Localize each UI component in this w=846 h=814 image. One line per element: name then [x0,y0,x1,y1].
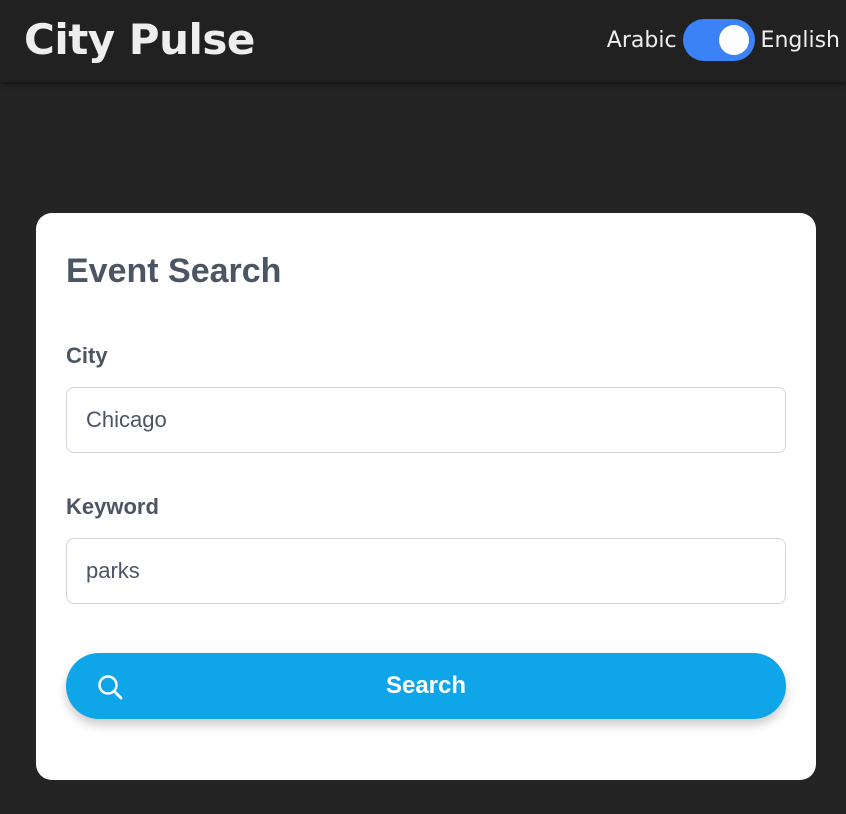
app-header: City Pulse Arabic English [0,0,846,82]
language-label-english[interactable]: English [761,28,840,53]
keyword-input[interactable] [66,538,786,604]
form-title: Event Search [66,252,282,290]
city-input[interactable] [66,387,786,453]
keyword-label: Keyword [66,494,159,519]
search-button[interactable]: Search [66,653,786,719]
city-label: City [66,343,108,368]
language-label-arabic[interactable]: Arabic [607,28,677,53]
app-title: City Pulse [24,15,255,64]
language-toggle[interactable] [682,19,755,61]
event-search-card: Event Search City Keyword Search [36,213,816,780]
toggle-knob[interactable] [718,25,749,55]
language-switch: Arabic English [607,19,840,61]
search-button-label: Search [385,672,467,699]
